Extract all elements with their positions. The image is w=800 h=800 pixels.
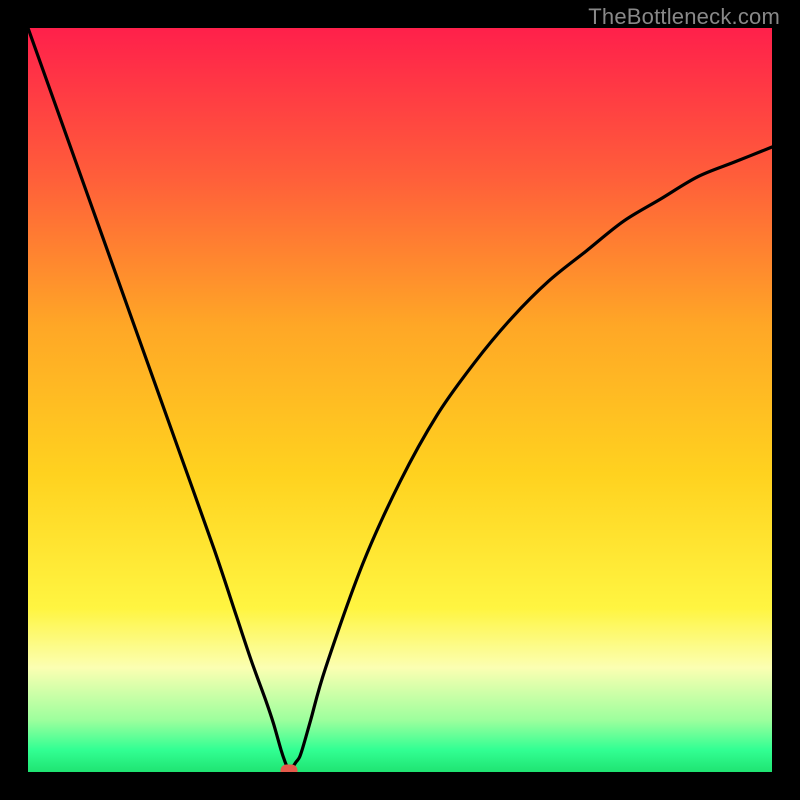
bottleneck-curve [28, 28, 772, 771]
watermark-text: TheBottleneck.com [588, 4, 780, 30]
chart-frame: TheBottleneck.com [0, 0, 800, 800]
plot-area [28, 28, 772, 772]
curve-layer [28, 28, 772, 772]
optimum-marker [281, 764, 298, 772]
